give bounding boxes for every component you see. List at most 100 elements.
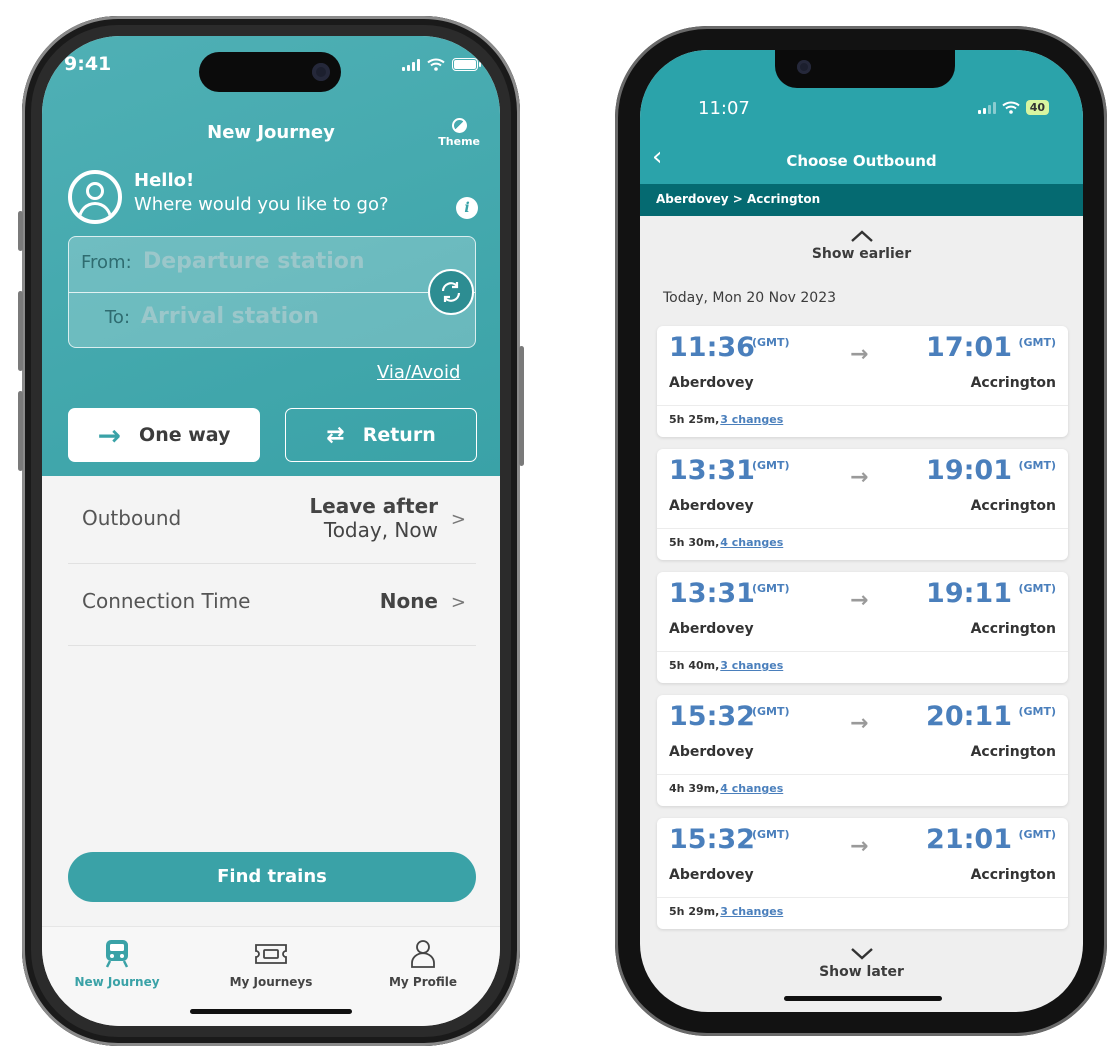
arrival-time: 21:01 — [926, 824, 1012, 855]
journey-duration: 5h 30m,4 changes — [669, 536, 783, 549]
card-divider — [657, 651, 1068, 652]
wifi-icon — [427, 58, 445, 71]
tab-label: New Journey — [74, 975, 160, 989]
theme-icon — [451, 118, 467, 133]
train-icon — [105, 940, 129, 968]
show-earlier-button[interactable]: Show earlier — [640, 228, 1083, 262]
page-title: Choose Outbound — [786, 152, 937, 170]
theme-label: Theme — [438, 135, 480, 148]
power-button — [519, 346, 524, 466]
volume-down-button — [18, 391, 23, 471]
duration-text: 4h 39m, — [669, 782, 720, 795]
duration-text: 5h 40m, — [669, 659, 720, 672]
outbound-label: Outbound — [82, 506, 182, 530]
battery-icon — [452, 58, 481, 71]
ticket-icon — [255, 944, 287, 964]
connection-time-row[interactable]: Connection Time None > — [68, 564, 476, 646]
destination-station: Accrington — [970, 375, 1056, 391]
journey-hero-panel: 9:41 New Journey Theme Hello! Where woul… — [42, 36, 500, 476]
volume-up-button — [18, 291, 23, 371]
outbound-value: Leave after Today, Now — [309, 494, 438, 542]
destination-station: Accrington — [970, 498, 1056, 514]
via-avoid-link[interactable]: Via/Avoid — [377, 362, 460, 383]
journey-card[interactable]: 13:31 (GMT) → 19:11 (GMT) Aberdovey Accr… — [657, 572, 1068, 683]
journey-duration: 4h 39m,4 changes — [669, 782, 783, 795]
tab-my-profile[interactable]: My Profile — [348, 939, 498, 989]
journey-card[interactable]: 15:32 (GMT) → 21:01 (GMT) Aberdovey Accr… — [657, 818, 1068, 929]
card-divider — [657, 405, 1068, 406]
departure-timezone: (GMT) — [752, 828, 790, 841]
origin-station: Aberdovey — [669, 621, 754, 637]
changes-link[interactable]: 3 changes — [720, 905, 783, 918]
departure-time: 15:32 — [669, 824, 755, 855]
show-later-button[interactable]: Show later — [640, 946, 1083, 980]
arrow-right-icon: → — [850, 588, 869, 613]
choose-outbound-screen: 11:07 40 ‹ Choose Outbound Aberdovey > A… — [640, 50, 1083, 1012]
signal-icon — [977, 101, 996, 114]
station-divider — [69, 292, 475, 293]
page-title: New Journey — [207, 122, 335, 143]
departure-timezone: (GMT) — [752, 336, 790, 349]
route-breadcrumb: Aberdovey > Accrington — [640, 184, 1083, 216]
origin-station: Aberdovey — [669, 375, 754, 391]
departure-timezone: (GMT) — [752, 582, 790, 595]
departure-time: 11:36 — [669, 332, 755, 363]
arrow-right-icon: → — [850, 711, 869, 736]
journey-card[interactable]: 13:31 (GMT) → 19:01 (GMT) Aberdovey Accr… — [657, 449, 1068, 560]
camera-icon — [312, 63, 330, 81]
arrival-station-input[interactable]: Arrival station — [141, 304, 319, 329]
journey-duration: 5h 40m,3 changes — [669, 659, 783, 672]
home-indicator[interactable] — [190, 1009, 352, 1014]
card-divider — [657, 774, 1068, 775]
outbound-value-line2: Today, Now — [323, 518, 438, 542]
arrival-timezone: (GMT) — [1018, 459, 1056, 472]
show-later-label: Show later — [819, 964, 904, 980]
outbound-value-line1: Leave after — [309, 494, 438, 518]
arrow-right-icon: → — [850, 465, 869, 490]
arrival-time: 19:01 — [926, 455, 1012, 486]
departure-time: 13:31 — [669, 578, 755, 609]
return-button[interactable]: ⇄ Return — [285, 408, 477, 462]
show-earlier-label: Show earlier — [811, 246, 912, 262]
chevron-up-icon — [850, 230, 873, 242]
outbound-header: 11:07 40 ‹ Choose Outbound — [640, 50, 1083, 184]
return-label: Return — [362, 424, 436, 446]
find-trains-button[interactable]: Find trains — [68, 852, 476, 902]
one-way-button[interactable]: → One way — [68, 408, 260, 462]
status-icons — [402, 58, 481, 71]
action-button — [18, 211, 23, 251]
tab-new-journey[interactable]: New Journey — [42, 939, 192, 989]
card-divider — [657, 897, 1068, 898]
arrival-timezone: (GMT) — [1018, 828, 1056, 841]
arrival-timezone: (GMT) — [1018, 705, 1056, 718]
station-inputs: From: Departure station To: Arrival stat… — [68, 236, 476, 348]
changes-link[interactable]: 4 changes — [720, 536, 783, 549]
departure-timezone: (GMT) — [752, 459, 790, 472]
outbound-row[interactable]: Outbound Leave after Today, Now > — [68, 476, 476, 564]
journey-card[interactable]: 15:32 (GMT) → 20:11 (GMT) Aberdovey Accr… — [657, 695, 1068, 806]
changes-link[interactable]: 4 changes — [720, 782, 783, 795]
destination-station: Accrington — [970, 621, 1056, 637]
new-journey-screen: 9:41 New Journey Theme Hello! Where woul… — [42, 36, 500, 1026]
changes-link[interactable]: 3 changes — [720, 413, 783, 426]
origin-station: Aberdovey — [669, 867, 754, 883]
chevron-right-icon: > — [450, 509, 466, 530]
tab-label: My Profile — [388, 975, 458, 989]
theme-button[interactable]: Theme — [438, 118, 480, 148]
wifi-icon — [1002, 101, 1020, 114]
journey-card[interactable]: 11:36 (GMT) → 17:01 (GMT) Aberdovey Accr… — [657, 326, 1068, 437]
departure-timezone: (GMT) — [752, 705, 790, 718]
status-icons: 40 — [977, 100, 1049, 115]
signal-icon — [402, 58, 420, 71]
tab-my-journeys[interactable]: My Journeys — [196, 939, 346, 989]
departure-station-input[interactable]: Departure station — [143, 249, 365, 274]
one-way-label: One way — [139, 424, 231, 446]
swap-stations-button[interactable] — [428, 269, 474, 315]
home-indicator[interactable] — [784, 996, 942, 1001]
changes-link[interactable]: 3 changes — [720, 659, 783, 672]
swap-icon — [441, 282, 461, 302]
to-label: To: — [105, 307, 131, 328]
info-icon[interactable]: i — [456, 197, 478, 219]
duration-text: 5h 25m, — [669, 413, 720, 426]
swap-arrows-icon: ⇄ — [326, 422, 345, 448]
